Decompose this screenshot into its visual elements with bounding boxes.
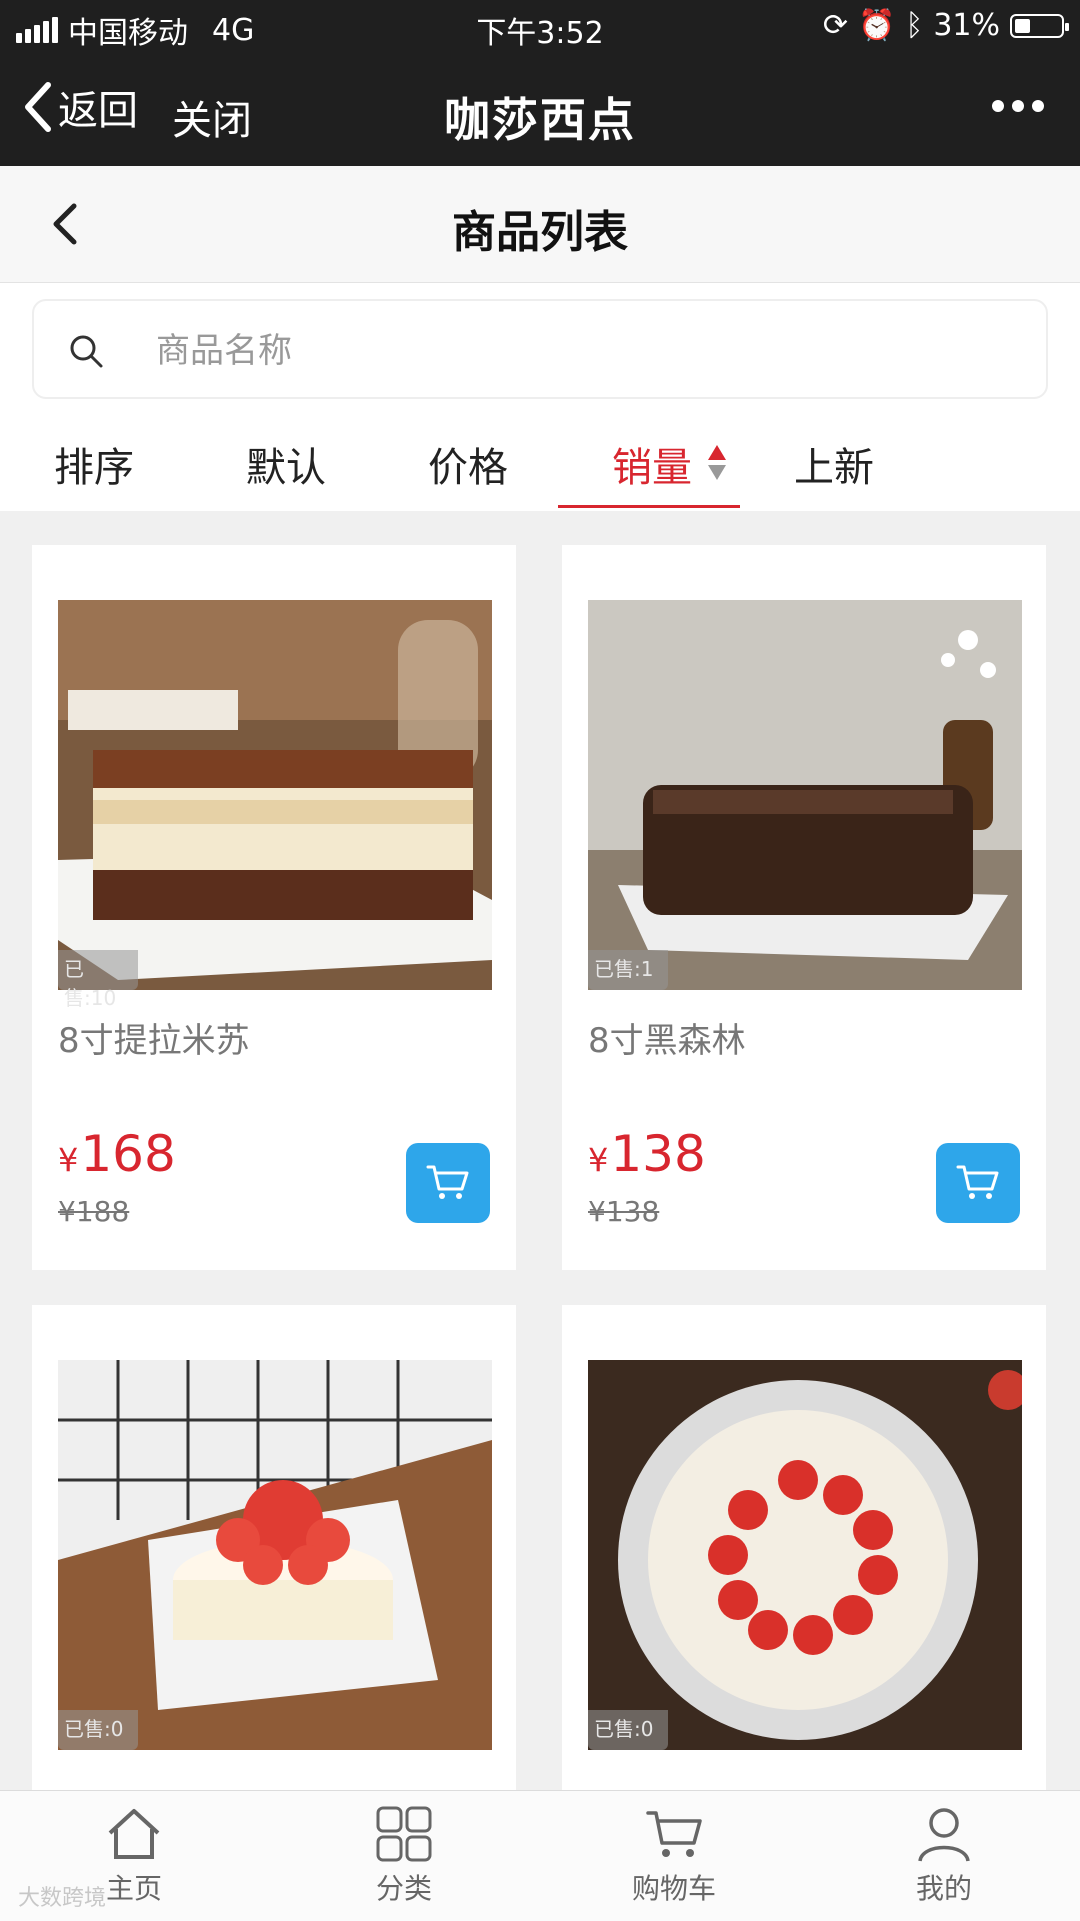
tab-category[interactable]: 分类	[314, 1805, 494, 1907]
alarm-icon: ⏰	[857, 8, 896, 43]
sold-count-badge: 已售:1	[588, 950, 668, 990]
product-price: ¥138	[588, 1125, 706, 1183]
original-price: ¥138	[588, 1195, 660, 1228]
app-top-bar: 中国移动 4G 下午3:52 ⟳ ⏰ ᛒ 31% 返回 关闭 咖莎西点	[0, 0, 1080, 166]
sort-bar: 排序 默认 价格 销量 上新	[0, 423, 1080, 511]
status-bar: 中国移动 4G 下午3:52 ⟳ ⏰ ᛒ 31%	[0, 0, 1080, 54]
original-price: ¥188	[58, 1195, 130, 1228]
page-header: 商品列表	[0, 166, 1080, 283]
sold-count-badge: 已售:10	[58, 950, 138, 1010]
wechat-nav-bar: 返回 关闭 咖莎西点	[0, 60, 1080, 166]
cart-icon	[646, 1811, 702, 1857]
tab-label: 我的	[915, 1872, 972, 1905]
product-image-white-chocolate-cake[interactable]	[588, 1360, 1022, 1750]
product-image-tiramisu[interactable]	[58, 600, 492, 990]
tab-label: 主页	[105, 1872, 162, 1905]
sort-label: 排序	[54, 445, 134, 491]
sort-option-sales[interactable]: 销量	[612, 435, 692, 493]
watermark: 大数跨境	[18, 1886, 107, 1911]
home-icon	[108, 1809, 160, 1859]
product-card[interactable]: 已售:0	[32, 1305, 516, 1790]
sold-count-badge: 已售:0	[58, 1710, 138, 1750]
category-grid-icon	[376, 1806, 432, 1862]
add-to-cart-button[interactable]	[406, 1143, 490, 1223]
product-image-black-forest[interactable]	[588, 600, 1022, 990]
cart-icon	[426, 1165, 469, 1199]
product-image-strawberry-cake[interactable]	[58, 1360, 492, 1750]
tab-cart[interactable]: 购物车	[584, 1805, 764, 1907]
product-price: ¥168	[58, 1125, 176, 1183]
status-time: 下午3:52	[476, 16, 604, 51]
search-input[interactable]	[154, 321, 958, 381]
page-title: 商品列表	[452, 207, 628, 258]
search-icon	[70, 335, 103, 368]
battery-percent: 31%	[933, 8, 1000, 43]
add-to-cart-button[interactable]	[936, 1143, 1020, 1223]
active-sort-underline	[558, 505, 740, 508]
battery-icon	[1010, 13, 1069, 38]
product-name[interactable]: 8寸提拉米苏	[58, 1013, 250, 1062]
product-card[interactable]: 已售:1 8寸黑森林 ¥138 ¥138	[562, 545, 1046, 1270]
product-name[interactable]: 8寸黑森林	[588, 1013, 746, 1062]
tab-label: 分类	[375, 1872, 432, 1905]
user-icon	[918, 1808, 970, 1862]
tab-label: 购物车	[631, 1872, 716, 1905]
product-card[interactable]: 已售:10 8寸提拉米苏 ¥168 ¥188	[32, 545, 516, 1270]
sort-option-default[interactable]: 默认	[246, 435, 326, 493]
app-title: 咖莎西点	[444, 93, 636, 147]
tab-profile[interactable]: 我的	[854, 1805, 1034, 1907]
bottom-tab-bar: 主页 分类 购物车 我的	[0, 1790, 1080, 1921]
sort-direction-icon[interactable]	[706, 443, 728, 483]
sort-option-price[interactable]: 价格	[428, 435, 508, 493]
sold-count-badge: 已售:0	[588, 1710, 668, 1750]
more-options-icon[interactable]	[992, 100, 1044, 112]
search-box	[32, 299, 1048, 399]
product-card[interactable]: 已售:0	[562, 1305, 1046, 1790]
rotation-lock-icon: ⟳	[822, 8, 848, 43]
filter-zone: 排序 默认 价格 销量 上新	[0, 283, 1080, 511]
sort-option-new[interactable]: 上新	[794, 435, 874, 493]
cart-icon	[956, 1165, 999, 1199]
bluetooth-icon: ᛒ	[905, 8, 924, 43]
